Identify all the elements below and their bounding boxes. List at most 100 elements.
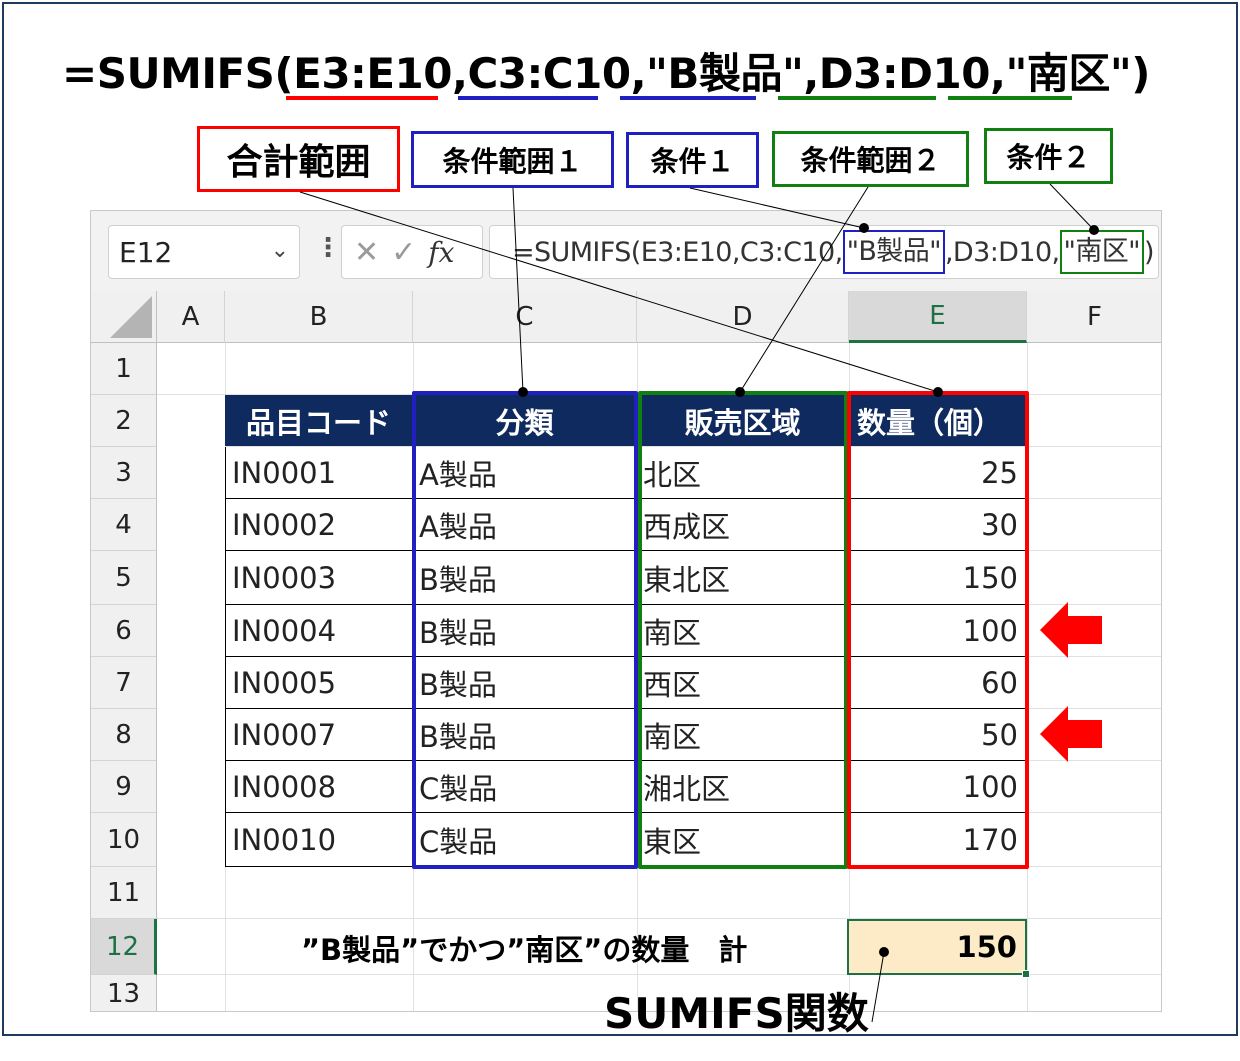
cell-d7[interactable]: 西区 [637,657,849,709]
formula-equals: = [62,49,97,98]
cell-c4[interactable]: A製品 [413,499,637,551]
row-header-12[interactable]: 12 [91,919,157,975]
red-left-arrow-icon [1040,602,1102,658]
callout-sum-range: 合計範囲 [197,126,400,192]
gridline [1027,812,1161,813]
cell-b10[interactable]: IN0010 [225,813,413,867]
cell-d8[interactable]: 南区 [637,709,849,761]
cell-b4[interactable]: IN0002 [225,499,413,551]
row-header-3[interactable]: 3 [91,447,157,499]
column-header-e[interactable]: E [849,291,1027,343]
formula-close-paren: ) [1131,49,1150,98]
result-cell-e12[interactable]: 150 [847,919,1030,978]
header-cell-category[interactable]: 分類 [413,395,637,447]
fx-icon[interactable]: fx [428,236,454,269]
formula-text-criteria-2: "南区" [1059,230,1144,274]
row-header-8[interactable]: 8 [91,709,157,761]
cell-c3[interactable]: A製品 [413,447,637,499]
column-header-c[interactable]: C [413,291,637,343]
column-header-a[interactable]: A [157,291,225,343]
cell-b7[interactable]: IN0005 [225,657,413,709]
formula-bar: E12 ⌄ ⋮ ✕ ✓ fx =SUMIFS(E3:E10,C3:C10, "B製… [91,211,1161,291]
formula-criteria-range-1: C3:C10 [467,49,631,98]
callout-criteria-1: 条件１ [626,132,759,188]
formula-controls: ✕ ✓ fx [341,225,483,279]
row-header-10[interactable]: 10 [91,813,157,867]
row-header-11[interactable]: 11 [91,867,157,919]
summary-label: ”B製品”でかつ”南区”の数量 計 [301,933,748,967]
formula-function: SUMIFS( [96,49,294,98]
cell-b6[interactable]: IN0004 [225,605,413,657]
gridline [1027,866,1161,867]
chevron-down-icon[interactable]: ⌄ [271,238,289,263]
column-header-d[interactable]: D [637,291,849,343]
cell-b3[interactable]: IN0001 [225,447,413,499]
row-header-7[interactable]: 7 [91,657,157,709]
column-header-f[interactable]: F [1027,291,1161,343]
formula-text-criteria-1: "B製品" [842,230,945,274]
cell-c6[interactable]: B製品 [413,605,637,657]
callout-criteria-range-2: 条件範囲２ [772,131,969,187]
cell-b8[interactable]: IN0007 [225,709,413,761]
cell-d3[interactable]: 北区 [637,447,849,499]
underline-sum-range [286,96,438,100]
cell-e10[interactable]: 170 [849,813,1027,867]
cell-d4[interactable]: 西成区 [637,499,849,551]
underline-criteria-range-1 [458,96,598,100]
cell-e9[interactable]: 100 [849,761,1027,813]
row-header-2[interactable]: 2 [91,395,157,447]
cell-e6[interactable]: 100 [849,605,1027,657]
cell-c5[interactable]: B製品 [413,551,637,605]
formula-text-close: ) [1143,236,1155,268]
cell-e7[interactable]: 60 [849,657,1027,709]
formula-comma: , [630,49,647,98]
cell-e8[interactable]: 50 [849,709,1027,761]
formula-sum-range: E3:E10 [293,49,452,98]
cell-e3[interactable]: 25 [849,447,1027,499]
cell-d5[interactable]: 東北区 [637,551,849,605]
formula-comma: , [803,49,819,98]
cell-b5[interactable]: IN0003 [225,551,413,605]
row-header-5[interactable]: 5 [91,551,157,605]
formula-comma: , [990,49,1006,98]
x-icon[interactable]: ✕ [354,235,379,270]
column-header-b[interactable]: B [225,291,413,343]
row-header-6[interactable]: 6 [91,605,157,657]
callout-criteria-2: 条件２ [984,128,1113,184]
vertical-dots-icon[interactable]: ⋮ [315,233,341,263]
formula-text-part2: ,D3:D10, [944,236,1060,268]
fill-handle[interactable] [1022,970,1030,978]
row-header-13[interactable]: 13 [91,975,157,1011]
cell-c7[interactable]: B製品 [413,657,637,709]
gridline [1027,550,1161,551]
formula-text-part1: =SUMIFS(E3:E10,C3:C10, [512,236,843,268]
row-header-4[interactable]: 4 [91,499,157,551]
row-header-1[interactable]: 1 [91,343,157,395]
cell-d10[interactable]: 東区 [637,813,849,867]
formula-display: =SUMIFS(E3:E10,C3:C10,"B製品",D3:D10,"南区") [62,40,1150,104]
cell-b9[interactable]: IN0008 [225,761,413,813]
underline-criteria-range-2 [778,96,936,100]
gridline [1027,343,1028,1011]
header-cell-region[interactable]: 販売区域 [637,395,849,447]
cell-c10[interactable]: C製品 [413,813,637,867]
formula-criteria-2: "南区" [1005,49,1132,98]
formula-input[interactable]: =SUMIFS(E3:E10,C3:C10, "B製品" ,D3:D10, "南区") [489,225,1159,279]
cell-d9[interactable]: 湘北区 [637,761,849,813]
header-cell-quantity[interactable]: 数量（個） [849,395,1027,447]
row-header-9[interactable]: 9 [91,761,157,813]
cell-d6[interactable]: 南区 [637,605,849,657]
header-cell-item-code[interactable]: 品目コード [225,395,413,447]
formula-criteria-1: "B製品" [646,49,804,98]
cell-e4[interactable]: 30 [849,499,1027,551]
cell-c8[interactable]: B製品 [413,709,637,761]
cell-e5[interactable]: 150 [849,551,1027,605]
spreadsheet-window: E12 ⌄ ⋮ ✕ ✓ fx =SUMIFS(E3:E10,C3:C10, "B製… [90,210,1162,1012]
underline-criteria-1 [620,96,756,100]
result-value: 150 [956,930,1017,964]
name-box[interactable]: E12 ⌄ [108,225,300,279]
select-all-triangle-icon[interactable] [91,291,157,343]
check-icon[interactable]: ✓ [391,235,416,270]
formula-criteria-range-2: D3:D10 [818,49,991,98]
cell-c9[interactable]: C製品 [413,761,637,813]
